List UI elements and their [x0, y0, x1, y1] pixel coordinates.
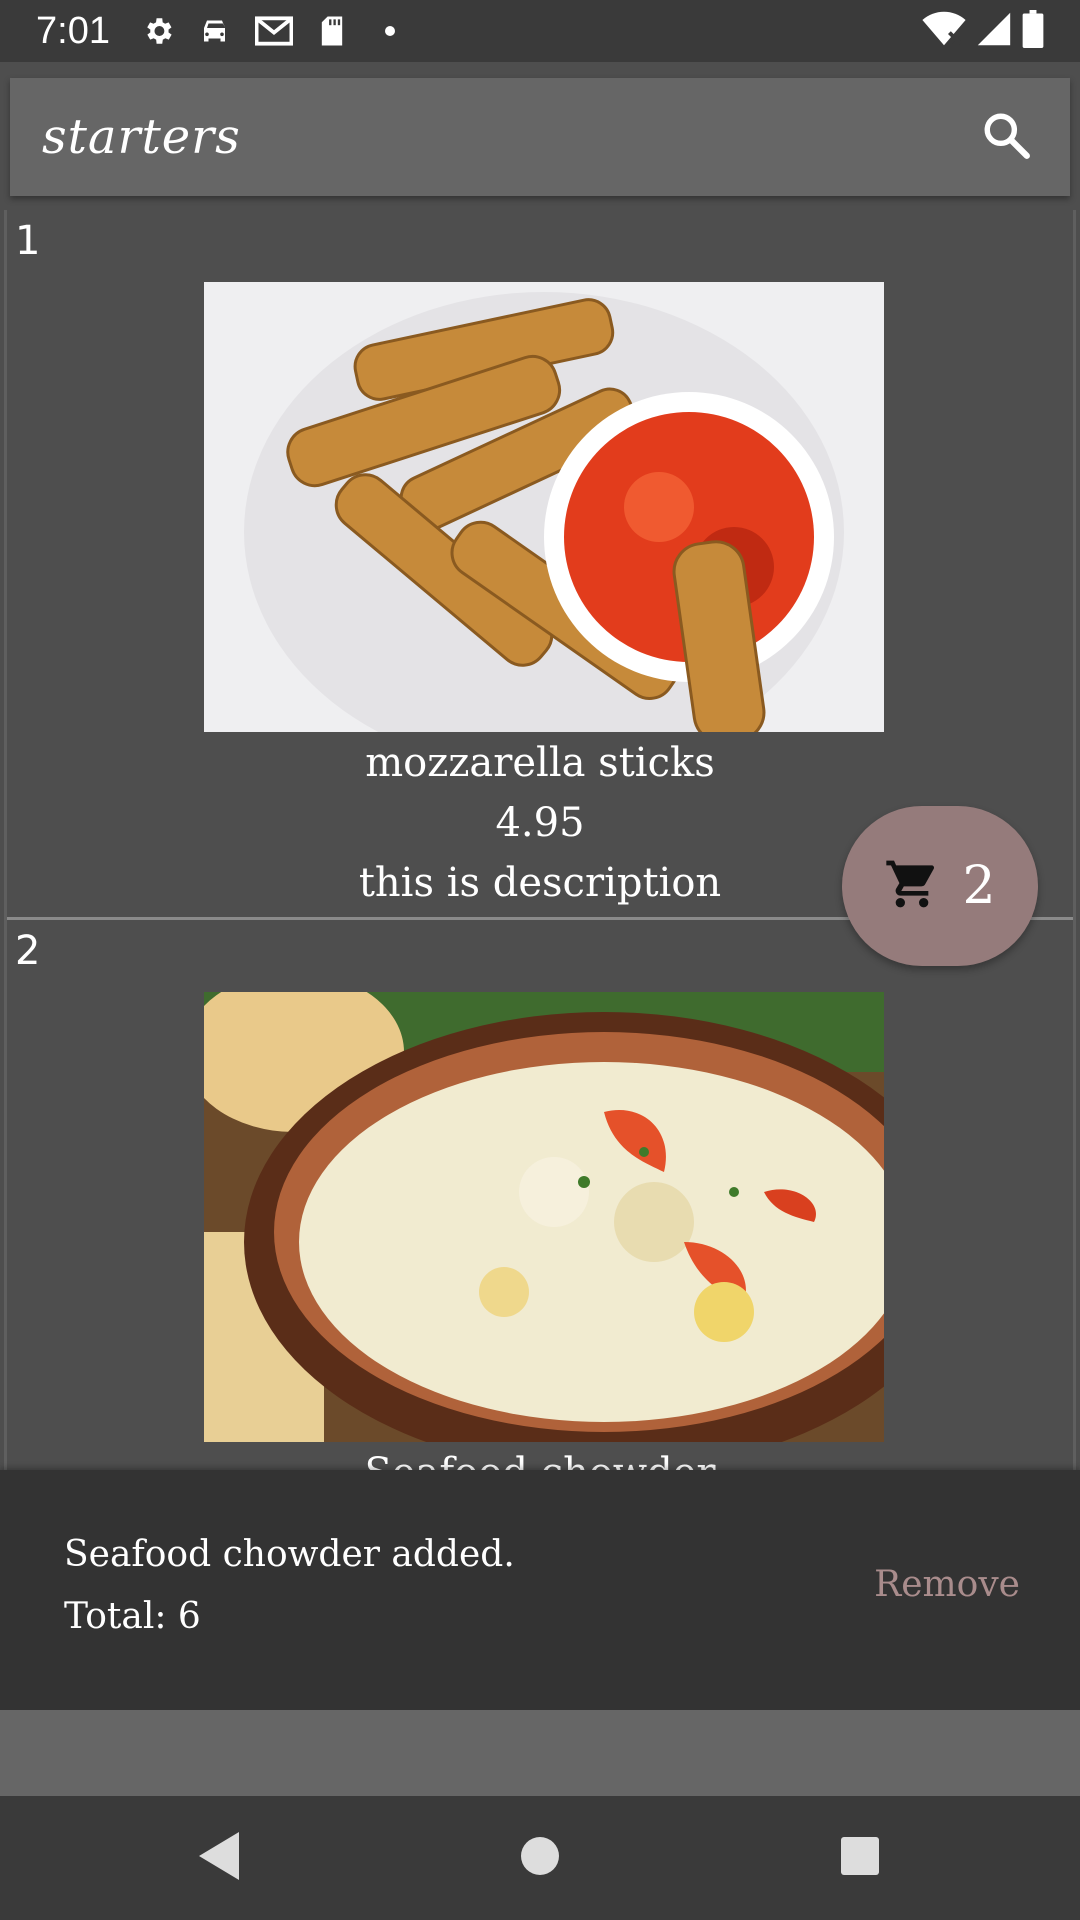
sdcard-icon [310, 9, 354, 53]
cart-icon [884, 856, 940, 916]
app-bar: starters [10, 78, 1070, 196]
mail-icon [252, 9, 296, 53]
item-image [204, 992, 884, 1442]
item-index: 2 [15, 928, 41, 974]
remove-button[interactable]: Remove [874, 1564, 1020, 1605]
item-image [204, 282, 884, 732]
list-item[interactable]: 2 Seafood chowder [7, 920, 1073, 1470]
dot-icon [368, 9, 412, 53]
wifi-icon [922, 11, 966, 51]
gear-icon [136, 9, 180, 53]
back-icon [199, 1832, 241, 1884]
back-button[interactable] [190, 1828, 250, 1888]
cart-count: 2 [962, 856, 996, 916]
status-bar: 7:01 [0, 0, 1080, 62]
page-title: starters [42, 109, 241, 165]
recents-icon [840, 1836, 880, 1880]
snackbar: Seafood chowder added. Total: 6 Remove [0, 1470, 1080, 1710]
home-icon [520, 1836, 560, 1880]
search-button[interactable] [974, 105, 1038, 169]
search-icon [981, 110, 1031, 164]
car-icon [194, 9, 238, 53]
home-button[interactable] [510, 1828, 570, 1888]
bottom-bar [0, 1710, 1080, 1796]
snackbar-message: Seafood chowder added. [64, 1534, 515, 1575]
navigation-bar [0, 1796, 1080, 1920]
cart-button[interactable]: 2 [842, 806, 1038, 966]
item-index: 1 [15, 218, 41, 264]
battery-icon [1022, 10, 1044, 52]
item-name: mozzarella sticks [365, 740, 715, 786]
signal-icon [976, 11, 1012, 51]
recents-button[interactable] [830, 1828, 890, 1888]
status-time: 7:01 [36, 9, 110, 52]
snackbar-total: Total: 6 [64, 1596, 201, 1637]
item-name: Seafood chowder [7, 1450, 1073, 1470]
